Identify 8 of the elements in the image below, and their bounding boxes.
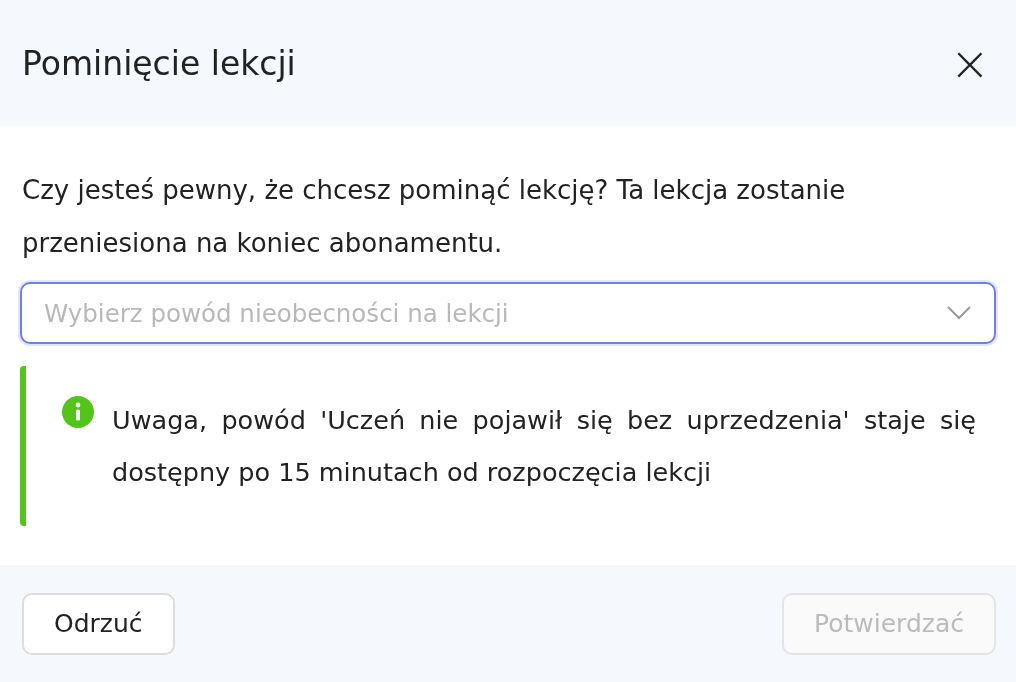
chevron-down-icon <box>946 305 972 321</box>
info-icon <box>62 396 94 428</box>
confirmation-message: Czy jesteś pewny, że chcesz pominąć lekcję? Ta lekcja zostanie przeniesiona na koniec abonamentu. <box>22 174 847 260</box>
dialog-title: Pominięcie lekcji <box>22 43 296 83</box>
reason-select[interactable]: Wybierz powód nieobecności na lekcji <box>20 282 996 344</box>
notice-text: Uwaga, powód 'Uczeń nie pojawił się bez uprzedzenia' staje się dostępny po 15 minutach od rozpoczęcia lekcji <box>112 404 976 489</box>
close-button[interactable]: × <box>945 39 994 87</box>
reject-button[interactable]: Odrzuć <box>22 592 175 655</box>
